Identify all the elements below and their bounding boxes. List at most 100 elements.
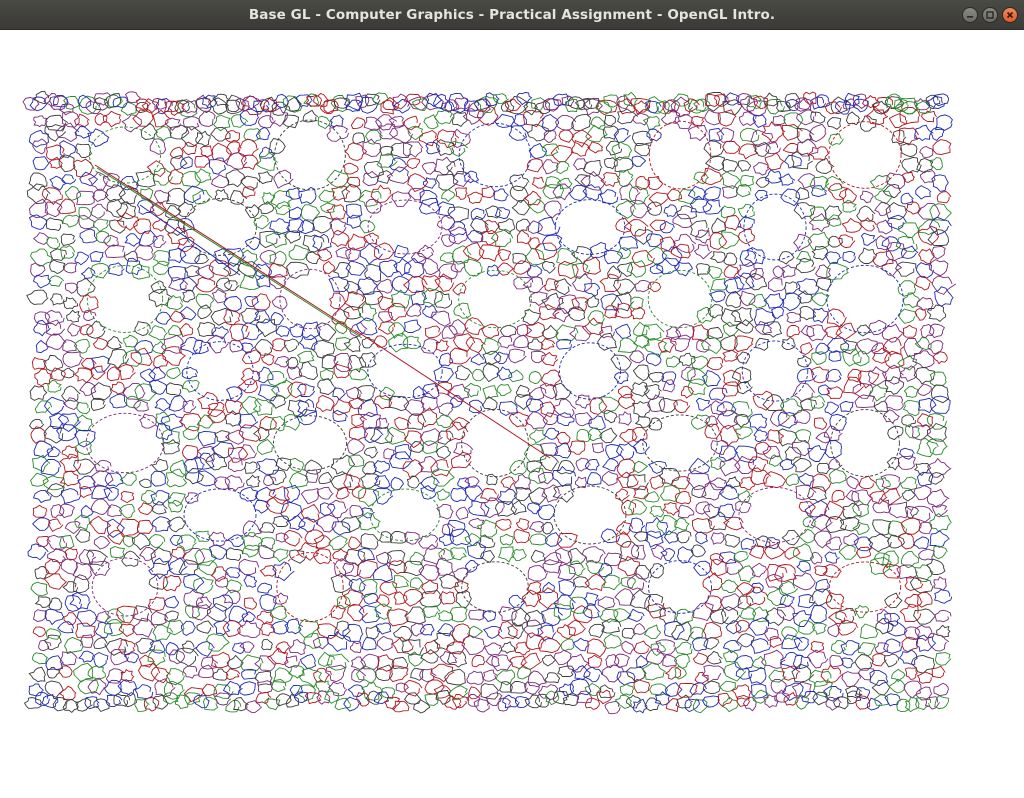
mesh-loop (633, 460, 649, 474)
mesh-loop (148, 288, 173, 308)
mesh-loop (395, 682, 409, 693)
mesh-loop (299, 668, 323, 688)
mesh-border-loop (885, 93, 903, 109)
mesh-loop (347, 603, 368, 622)
mesh-loop (674, 641, 693, 656)
mesh-loop (796, 278, 820, 295)
mesh-loop (495, 518, 512, 531)
mesh-loop (586, 472, 602, 486)
mesh-loop (753, 429, 769, 443)
mesh-loop (433, 366, 455, 382)
mesh-loop (103, 235, 119, 247)
mesh-loop (336, 595, 351, 609)
title-bar[interactable]: Base GL - Computer Graphics - Practical … (0, 0, 1024, 30)
mesh-loop (649, 219, 667, 231)
minimize-button[interactable] (962, 7, 978, 23)
mesh-loop (391, 191, 412, 208)
mesh-loop (737, 160, 752, 172)
mesh-loop (162, 574, 182, 592)
mesh-loop (391, 575, 409, 589)
mesh-loop (246, 474, 261, 488)
mesh-loop (677, 504, 695, 519)
close-button[interactable] (1002, 7, 1018, 23)
mesh-loop (513, 528, 531, 544)
mesh-loop (589, 242, 610, 258)
mesh-loop (256, 458, 280, 475)
mesh-loop (352, 132, 366, 145)
mesh-border-loop (464, 100, 479, 112)
mesh-loop (147, 596, 166, 611)
mesh-loop (822, 686, 844, 702)
mesh-loop (453, 442, 474, 456)
mesh-loop (572, 665, 591, 681)
mesh-loop (193, 577, 214, 595)
mesh-loop (375, 594, 390, 608)
mesh-loop (347, 437, 366, 456)
mesh-loop (64, 282, 79, 294)
opengl-canvas[interactable] (0, 30, 1024, 798)
mesh-loop (402, 335, 421, 350)
mesh-loop (48, 597, 63, 611)
mesh-loop (621, 499, 636, 516)
mesh-loop (695, 501, 711, 515)
mesh-loop (602, 458, 619, 472)
mesh-loop (182, 665, 200, 679)
mesh-loop (857, 642, 876, 657)
mesh-loop (633, 335, 650, 349)
mesh-loop (265, 496, 289, 514)
mesh-loop (300, 487, 319, 505)
mesh-loop (875, 235, 892, 251)
mesh-loop (660, 548, 676, 562)
mesh-loop (811, 245, 829, 261)
mesh-loop (73, 338, 91, 354)
mesh-loop (154, 398, 171, 412)
mesh-loop (913, 367, 936, 385)
mesh-hole-outline (367, 343, 443, 399)
mesh-loop (867, 533, 892, 553)
mesh-loop (28, 683, 44, 697)
mesh-loop (916, 592, 933, 608)
mesh-loop (854, 687, 871, 700)
mesh-loop (541, 338, 556, 350)
mesh-loop (858, 247, 878, 264)
mesh-loop (66, 309, 81, 323)
mesh-loop (898, 649, 918, 665)
mesh-loop (296, 350, 315, 364)
mesh-loop (571, 297, 589, 312)
mesh-loop (316, 486, 334, 500)
mesh-loop (674, 665, 688, 680)
mesh-loop (722, 140, 741, 154)
mesh-loop (168, 395, 188, 412)
mesh-loop (633, 640, 652, 655)
mesh-loop (607, 265, 622, 280)
maximize-button[interactable] (982, 7, 998, 23)
mesh-loop (93, 535, 111, 550)
mesh-loop (149, 138, 167, 155)
mesh-loop (752, 390, 775, 411)
mesh-loop (468, 609, 485, 621)
mesh-loop (226, 547, 244, 562)
mesh-loop (375, 551, 392, 565)
mesh-loop (272, 515, 290, 528)
mesh-loop (584, 682, 601, 696)
mesh-loop (463, 382, 481, 398)
mesh-loop (605, 444, 624, 460)
mesh-loop (880, 487, 903, 506)
mesh-loop (134, 684, 154, 700)
mesh-loop (767, 429, 784, 444)
mesh-loop (686, 469, 711, 491)
mesh-loop (886, 457, 900, 471)
mesh-loop (312, 636, 330, 650)
mesh-loop (152, 109, 172, 128)
mesh-hole-outline (741, 340, 809, 402)
mesh-loop (40, 459, 62, 476)
mesh-loop (809, 206, 827, 221)
mesh-loop (440, 234, 457, 247)
mesh-loop (778, 251, 795, 265)
mesh-loop (750, 638, 772, 654)
mesh-loop (680, 385, 695, 399)
mesh-border-loop (473, 698, 490, 713)
mesh-loop (90, 203, 108, 219)
mesh-loop (166, 468, 188, 488)
mesh-loop (464, 485, 484, 502)
